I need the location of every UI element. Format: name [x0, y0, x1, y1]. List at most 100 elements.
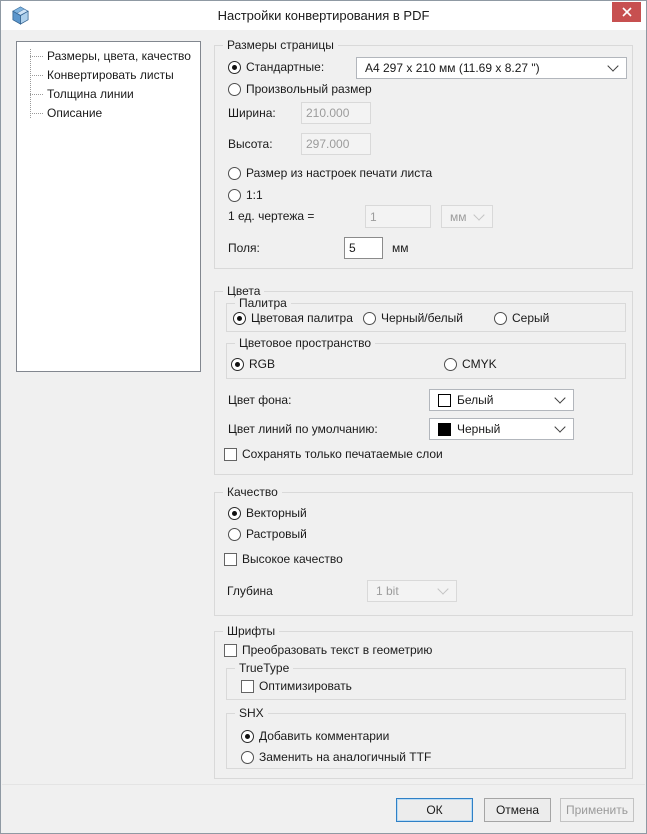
paper-format-select[interactable]: A4 297 x 210 мм (11.69 x 8.27 "): [356, 57, 627, 79]
apply-button: Применить: [560, 798, 634, 822]
truetype-optimize-checkbox[interactable]: Оптимизировать: [241, 678, 352, 694]
radio-icon[interactable]: [228, 60, 241, 74]
radio-icon[interactable]: [228, 506, 241, 520]
page-size-group-label: Размеры страницы: [223, 38, 338, 52]
tree-item-convert-sheets[interactable]: Конвертировать листы: [30, 66, 200, 85]
radio-icon[interactable]: [241, 729, 254, 743]
palette-bw-label: Черный/белый: [381, 311, 463, 325]
background-color-value: Белый: [457, 393, 494, 407]
shx-subgroup-label: SHX: [235, 706, 268, 720]
rgb-radio[interactable]: RGB: [231, 356, 275, 372]
chevron-down-icon: [554, 392, 566, 404]
close-button[interactable]: [612, 2, 641, 22]
rgb-label: RGB: [249, 357, 276, 371]
dialog-title: Настройки конвертирования в PDF: [217, 8, 430, 23]
color-space-subgroup: Цветовое пространство: [226, 336, 626, 379]
vector-label: Векторный: [246, 506, 307, 520]
radio-icon[interactable]: [241, 750, 254, 764]
checkbox-icon[interactable]: [224, 552, 237, 566]
radio-icon[interactable]: [228, 166, 241, 180]
custom-size-radio[interactable]: Произвольный размер: [228, 81, 372, 97]
depth-label: Глубина: [227, 584, 273, 598]
radio-icon[interactable]: [228, 82, 241, 96]
background-color-label: Цвет фона:: [228, 393, 292, 407]
radio-icon[interactable]: [231, 357, 244, 371]
standard-size-radio[interactable]: Стандартные:: [228, 59, 324, 75]
chevron-down-icon: [607, 60, 619, 72]
chevron-down-icon: [473, 208, 485, 221]
footer-separator: [2, 784, 645, 785]
radio-icon[interactable]: [494, 311, 507, 325]
high-quality-label: Высокое качество: [242, 552, 343, 566]
printable-layers-label: Сохранять только печатаемые слои: [242, 447, 443, 461]
ok-button[interactable]: ОК: [396, 798, 473, 822]
palette-gray-label: Серый: [512, 311, 550, 325]
tree-item-sizes-colors-quality[interactable]: Размеры, цвета, качество: [30, 47, 200, 66]
chevron-down-icon: [554, 421, 566, 433]
printable-layers-checkbox[interactable]: Сохранять только печатаемые слои: [224, 446, 443, 462]
palette-gray-radio[interactable]: Серый: [494, 310, 549, 326]
cmyk-radio[interactable]: CMYK: [444, 356, 497, 372]
drawing-unit-select-value: мм: [450, 209, 467, 224]
default-line-color-select[interactable]: Черный: [429, 418, 574, 440]
radio-icon[interactable]: [228, 527, 241, 541]
radio-icon[interactable]: [228, 188, 241, 202]
size-from-print-radio[interactable]: Размер из настроек печати листа: [228, 165, 432, 181]
pdf-settings-dialog: Настройки конвертирования в PDF Размеры,…: [0, 0, 647, 834]
radio-icon[interactable]: [444, 357, 457, 371]
width-label: Ширина:: [228, 106, 276, 120]
settings-tree-items: Размеры, цвета, качество Конвертировать …: [30, 47, 200, 123]
color-space-subgroup-label: Цветовое пространство: [235, 336, 376, 350]
tree-item-description[interactable]: Описание: [30, 104, 200, 123]
palette-color-radio[interactable]: Цветовая палитра: [233, 310, 353, 326]
default-line-color-value: Черный: [457, 422, 501, 436]
shx-replace-ttf-label: Заменить на аналогичный TTF: [259, 750, 432, 764]
shx-add-comments-label: Добавить комментарии: [259, 729, 390, 743]
quality-group-label: Качество: [223, 485, 282, 499]
raster-radio[interactable]: Растровый: [228, 526, 307, 542]
one-to-one-radio[interactable]: 1:1: [228, 187, 263, 203]
margins-input[interactable]: [344, 237, 383, 259]
height-input: [301, 133, 371, 155]
cmyk-label: CMYK: [462, 357, 497, 371]
close-icon: [621, 7, 632, 17]
paper-format-value: A4 297 x 210 мм (11.69 x 8.27 "): [365, 61, 540, 75]
palette-subgroup-label: Палитра: [235, 296, 291, 310]
size-from-print-label: Размер из настроек печати листа: [246, 166, 433, 180]
tree-item-line-thickness[interactable]: Толщина линии: [30, 85, 200, 104]
raster-label: Растровый: [246, 527, 307, 541]
standard-size-label: Стандартные:: [246, 60, 325, 74]
margins-label: Поля:: [228, 241, 260, 255]
default-line-color-label: Цвет линий по умолчанию:: [228, 422, 378, 436]
radio-icon[interactable]: [363, 311, 376, 325]
apply-button-label: Применить: [565, 803, 628, 817]
depth-select-value: 1 bit: [376, 584, 399, 598]
checkbox-icon[interactable]: [224, 643, 237, 657]
drawing-unit-input: [365, 205, 431, 228]
shx-replace-ttf-radio[interactable]: Заменить на аналогичный TTF: [241, 749, 431, 765]
black-swatch-icon: [438, 422, 451, 436]
text-to-geometry-label: Преобразовать текст в геометрию: [242, 643, 433, 657]
width-input: [301, 102, 371, 124]
truetype-subgroup-label: TrueType: [235, 661, 294, 675]
checkbox-icon[interactable]: [224, 447, 237, 461]
high-quality-checkbox[interactable]: Высокое качество: [224, 551, 343, 567]
background-color-select[interactable]: Белый: [429, 389, 574, 411]
vector-radio[interactable]: Векторный: [228, 505, 307, 521]
ok-button-label: ОК: [426, 803, 443, 817]
depth-select: 1 bit: [367, 580, 457, 602]
custom-size-label: Произвольный размер: [246, 82, 372, 96]
palette-bw-radio[interactable]: Черный/белый: [363, 310, 463, 326]
radio-icon[interactable]: [233, 311, 246, 325]
height-label: Высота:: [228, 137, 273, 151]
shx-add-comments-radio[interactable]: Добавить комментарии: [241, 728, 389, 744]
one-to-one-label: 1:1: [246, 188, 263, 202]
checkbox-icon[interactable]: [241, 679, 254, 693]
title-bar: Настройки конвертирования в PDF: [1, 1, 646, 30]
drawing-unit-label: 1 ед. чертежа =: [228, 209, 315, 223]
drawing-unit-select: мм: [441, 205, 493, 228]
cancel-button-label: Отмена: [495, 803, 540, 817]
white-swatch-icon: [438, 393, 451, 407]
text-to-geometry-checkbox[interactable]: Преобразовать текст в геометрию: [224, 642, 432, 658]
cancel-button[interactable]: Отмена: [484, 798, 551, 822]
